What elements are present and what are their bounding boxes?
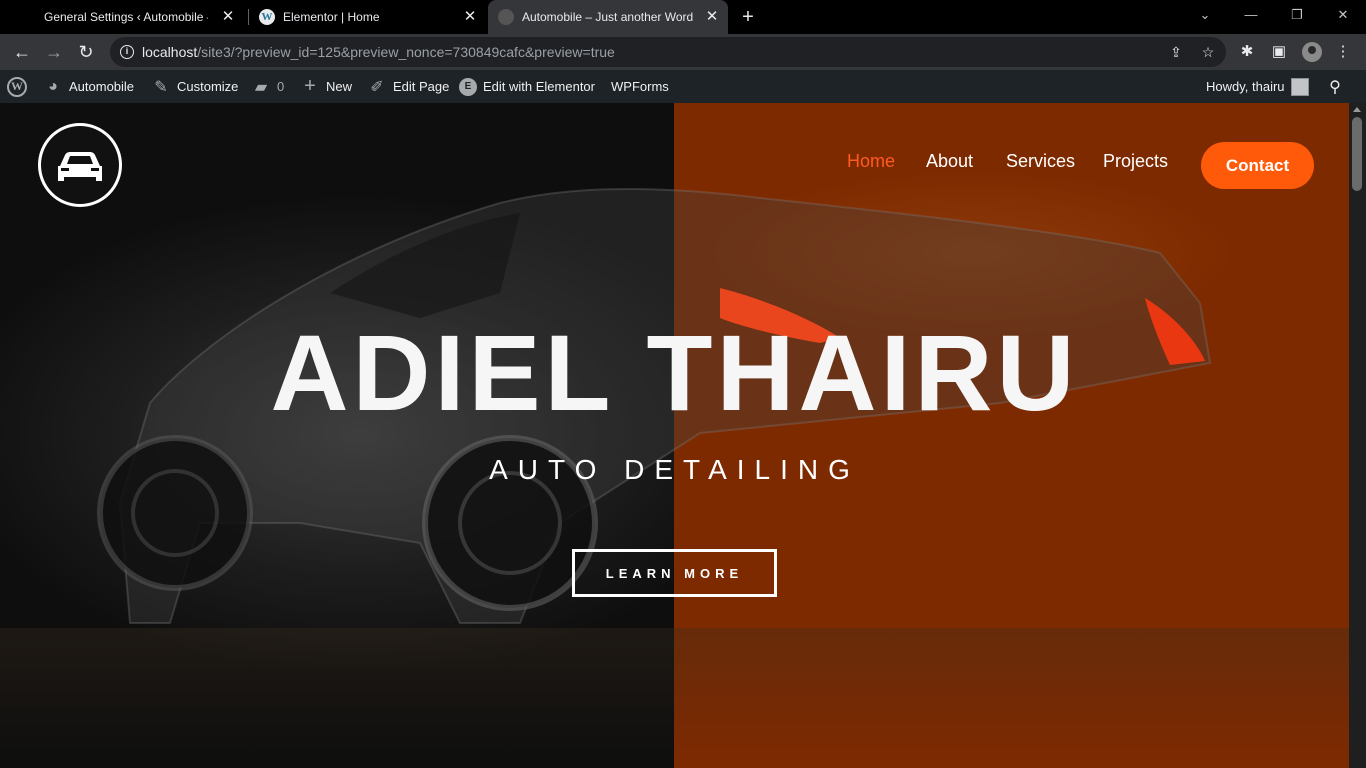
- learn-more-button[interactable]: LEARN MORE: [572, 549, 777, 597]
- ground-shadow: [0, 628, 1349, 768]
- page-scrollbar[interactable]: [1349, 103, 1366, 768]
- browser-toolbar: ← → ↻ i localhost/site3/?preview_id=125&…: [0, 34, 1366, 70]
- comment-icon: ▰: [254, 78, 268, 96]
- customize-link[interactable]: ✎ Customize: [151, 70, 238, 103]
- browser-tab[interactable]: General Settings ‹ Automobile — ✕: [8, 0, 244, 34]
- url-text[interactable]: localhost/site3/?preview_id=125&preview_…: [142, 44, 615, 60]
- paintbrush-icon: ✎: [154, 78, 168, 96]
- elementor-icon: E: [459, 77, 477, 96]
- browser-tab-active[interactable]: Automobile – Just another Word ✕: [488, 0, 728, 34]
- edit-with-elementor-link[interactable]: E Edit with Elementor: [459, 70, 595, 103]
- dashboard-icon: ◕: [48, 77, 58, 95]
- side-panel-icon[interactable]: ▣: [1270, 43, 1288, 61]
- hero-title: ADIEL THAIRU: [270, 312, 1079, 433]
- site-logo[interactable]: [38, 123, 122, 207]
- browser-tab[interactable]: W Elementor | Home ✕: [250, 0, 486, 34]
- wp-logo-button[interactable]: W: [7, 70, 27, 103]
- minimize-icon[interactable]: —: [1228, 0, 1274, 32]
- close-icon[interactable]: ✕: [462, 9, 478, 25]
- pencil-icon: ✐: [370, 78, 384, 96]
- new-label: New: [326, 79, 353, 94]
- tab-title: Elementor | Home: [283, 10, 380, 24]
- share-icon[interactable]: ⇪: [1168, 44, 1184, 60]
- site-favicon-icon: [498, 9, 514, 25]
- comments-link[interactable]: ▰ 0: [251, 70, 284, 103]
- wp-admin-bar: W ◕ Automobile ✎ Customize ▰ 0 + New ✐ E…: [0, 70, 1366, 103]
- avatar: [1290, 77, 1309, 96]
- extensions-icon[interactable]: ✱: [1238, 43, 1256, 61]
- profile-avatar[interactable]: [1302, 42, 1322, 62]
- edit-elementor-label: Edit with Elementor: [483, 79, 595, 94]
- scrollbar-thumb[interactable]: [1352, 117, 1362, 191]
- wordpress-icon: W: [259, 9, 275, 25]
- tab-divider: [248, 9, 249, 25]
- star-icon[interactable]: ☆: [1200, 44, 1216, 60]
- contact-button[interactable]: Contact: [1201, 142, 1314, 189]
- new-tab-icon[interactable]: +: [737, 6, 759, 28]
- account-menu[interactable]: Howdy, thairu: [1206, 70, 1309, 103]
- howdy-label: Howdy, thairu: [1206, 79, 1285, 94]
- nav-about[interactable]: About: [926, 151, 973, 179]
- edit-page-link[interactable]: ✐ Edit Page: [367, 70, 449, 103]
- nav-services[interactable]: Services: [1006, 151, 1075, 179]
- url-host: localhost: [142, 44, 198, 60]
- edit-page-label: Edit Page: [393, 79, 450, 94]
- info-icon[interactable]: i: [120, 45, 134, 59]
- plus-icon: +: [304, 75, 316, 97]
- restore-icon[interactable]: ❐: [1274, 0, 1320, 32]
- close-icon[interactable]: ✕: [704, 9, 720, 25]
- site-name-link[interactable]: ◕ Automobile: [43, 70, 134, 103]
- menu-icon[interactable]: ⋮: [1334, 43, 1352, 61]
- nav-projects[interactable]: Projects: [1103, 151, 1168, 179]
- scroll-up-icon[interactable]: [1353, 107, 1361, 112]
- reload-icon[interactable]: ↻: [74, 40, 98, 64]
- comments-count: 0: [277, 79, 285, 94]
- search-button[interactable]: ⚲: [1325, 70, 1351, 103]
- nav-home[interactable]: Home: [847, 151, 895, 179]
- chevron-down-icon[interactable]: ⌄: [1182, 0, 1228, 32]
- new-content-link[interactable]: + New: [300, 70, 352, 103]
- car-logo-icon: [58, 152, 102, 181]
- wpforms-label: WPForms: [611, 79, 669, 94]
- close-window-icon[interactable]: ✕: [1320, 0, 1366, 32]
- site-name-label: Automobile: [69, 79, 135, 94]
- hero-subtitle: AUTO DETAILING: [489, 454, 860, 485]
- forward-icon[interactable]: →: [42, 40, 66, 64]
- browser-tab-strip: General Settings ‹ Automobile — ✕ W Elem…: [0, 0, 1366, 34]
- customize-label: Customize: [177, 79, 239, 94]
- wordpress-icon: W: [7, 76, 27, 97]
- address-bar[interactable]: i localhost/site3/?preview_id=125&previe…: [110, 37, 1226, 67]
- close-icon[interactable]: ✕: [220, 9, 236, 25]
- url-path: /site3/?preview_id=125&preview_nonce=730…: [197, 44, 615, 60]
- hero-section: Home About Services Projects Contact ADI…: [0, 103, 1349, 768]
- search-icon: ⚲: [1329, 78, 1341, 96]
- tab-title: General Settings ‹ Automobile —: [44, 10, 208, 24]
- tab-title: Automobile – Just another Word: [522, 10, 694, 24]
- wpforms-link[interactable]: WPForms: [611, 70, 669, 103]
- back-icon[interactable]: ←: [10, 40, 34, 64]
